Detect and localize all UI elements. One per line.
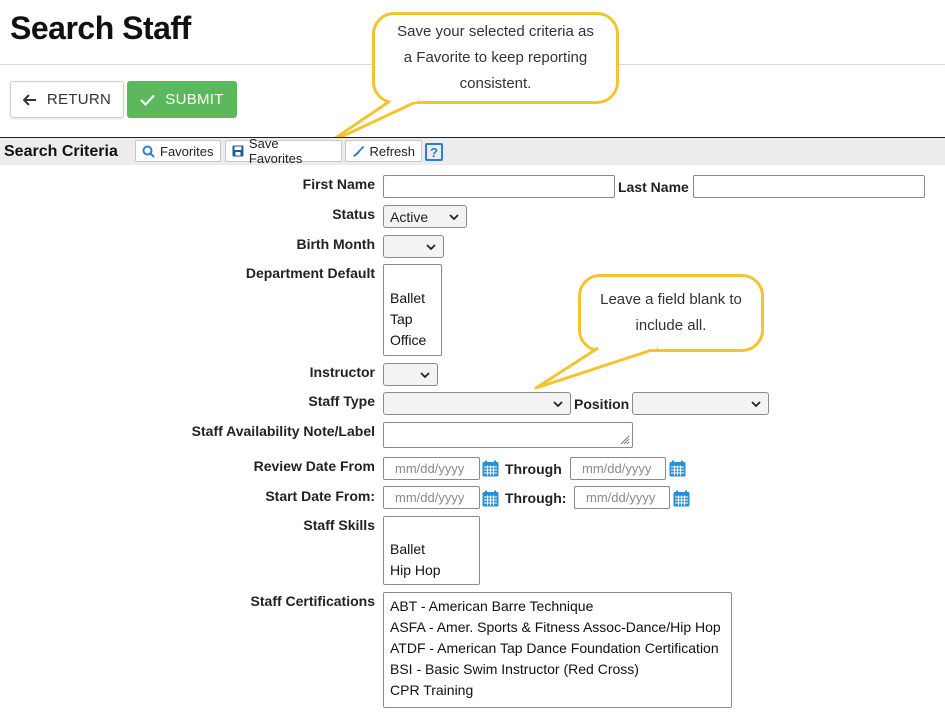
list-item[interactable]: Office [390,330,435,351]
blank-field-callout-pointer [534,346,659,390]
list-item[interactable]: Hip Hop [390,560,473,581]
return-button[interactable]: RETURN [10,81,124,118]
position-label: Position [574,396,630,412]
review-date-through-label: Through [505,461,562,477]
status-select[interactable]: Active [383,205,467,228]
status-label: Status [332,206,375,222]
availability-note-label: Staff Availability Note/Label [191,423,375,439]
list-item[interactable]: BSI - Basic Swim Instructor (Red Cross) [390,659,725,680]
calendar-icon[interactable] [673,490,690,507]
calendar-icon[interactable] [482,460,499,477]
arrow-left-icon [22,93,36,106]
list-item[interactable]: Ballet [390,539,473,560]
instructor-label: Instructor [309,364,375,380]
chevron-down-icon [751,400,761,407]
favorites-callout-text: Save your selected criteria as a Favorit… [397,23,594,92]
chevron-down-icon [553,400,563,407]
list-item[interactable]: ATDF - American Tap Dance Foundation Cer… [390,638,725,659]
save-icon [232,145,244,157]
staff-certifications-listbox[interactable]: ABT - American Barre Technique ASFA - Am… [383,592,732,708]
favorites-callout: Save your selected criteria as a Favorit… [372,12,619,104]
last-name-label: Last Name [618,179,689,195]
review-date-through-input[interactable]: mm/dd/yyyy [570,457,666,480]
start-date-from-label: Start Date From: [265,488,375,504]
list-item[interactable]: Ballet [390,288,435,309]
staff-type-select[interactable] [383,392,571,415]
birth-month-label: Birth Month [296,236,375,252]
save-favorites-label: Save Favorites [248,136,303,166]
chevron-down-icon [449,213,459,220]
review-date-from-label: Review Date From [253,458,375,474]
save-favorites-button[interactable]: Save Favorites [225,136,342,166]
first-name-label: First Name [302,176,375,192]
staff-type-label: Staff Type [308,393,375,409]
calendar-icon[interactable] [482,490,499,507]
staff-certifications-label: Staff Certifications [250,593,375,609]
staff-skills-label: Staff Skills [303,517,375,533]
broom-icon [352,145,365,157]
return-label: RETURN [46,91,112,108]
submit-button[interactable]: SUBMIT [127,81,237,118]
start-date-through-input[interactable]: mm/dd/yyyy [574,486,670,509]
start-date-through-label: Through: [505,490,567,506]
list-item[interactable]: Tap [390,309,435,330]
blank-field-callout: Leave a field blank to include all. [578,274,764,352]
blank-field-callout-text: Leave a field blank to include all. [600,291,742,334]
list-item[interactable]: ASFA - Amer. Sports & Fitness Assoc-Danc… [390,617,725,638]
chevron-down-icon [420,371,430,378]
birth-month-select[interactable] [383,235,444,258]
review-date-from-input[interactable]: mm/dd/yyyy [383,457,480,480]
department-default-label: Department Default [245,265,375,281]
search-criteria-title: Search Criteria [4,143,118,160]
chevron-down-icon [426,243,436,250]
search-icon [142,145,155,158]
last-name-input[interactable] [693,175,925,198]
refresh-button[interactable]: Refresh [345,140,422,162]
favorites-label: Favorites [160,143,214,159]
refresh-label: Refresh [369,143,415,159]
resize-handle-icon[interactable] [619,434,630,445]
start-date-from-input[interactable]: mm/dd/yyyy [383,486,480,509]
staff-skills-listbox[interactable]: Ballet Hip Hop [383,516,480,585]
position-select[interactable] [632,392,769,415]
list-item[interactable]: CPR Training [390,680,725,701]
first-name-input[interactable] [383,175,615,198]
department-default-listbox[interactable]: Ballet Tap Office [383,264,442,356]
list-item[interactable]: ABT - American Barre Technique [390,596,725,617]
availability-note-textarea[interactable] [383,422,633,448]
page-title: Search Staff [10,10,191,46]
instructor-select[interactable] [383,363,438,386]
submit-label: SUBMIT [165,91,224,108]
status-value: Active [390,208,429,225]
help-icon[interactable]: ? [425,143,443,161]
favorites-button[interactable]: Favorites [135,140,221,162]
check-icon [140,94,156,106]
calendar-icon[interactable] [669,460,686,477]
